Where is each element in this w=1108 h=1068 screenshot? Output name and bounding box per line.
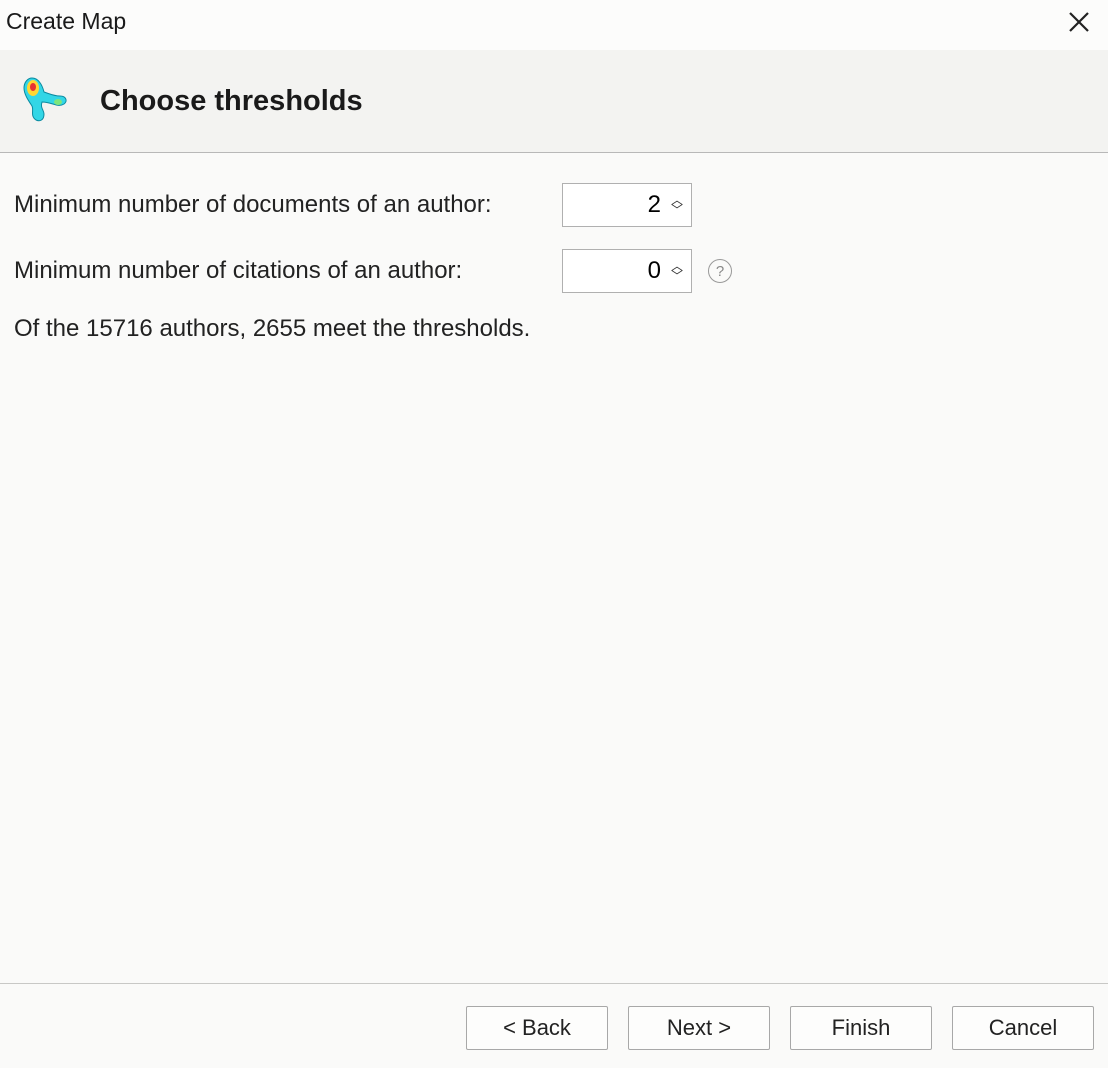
min-docs-arrows: ︿ ﹀ bbox=[667, 184, 687, 226]
wizard-step-title: Choose thresholds bbox=[100, 85, 363, 118]
next-button[interactable]: Next > bbox=[628, 1006, 770, 1050]
window-title: Create Map bbox=[6, 8, 126, 35]
wizard-footer: < Back Next > Finish Cancel bbox=[0, 983, 1108, 1068]
min-citations-row: Minimum number of citations of an author… bbox=[14, 249, 1094, 293]
cancel-button[interactable]: Cancel bbox=[952, 1006, 1094, 1050]
back-button[interactable]: < Back bbox=[466, 1006, 608, 1050]
chevron-down-icon[interactable]: ﹀ bbox=[667, 205, 687, 215]
min-citations-spinner[interactable]: ︿ ﹀ bbox=[562, 249, 692, 293]
question-icon: ? bbox=[716, 263, 724, 280]
chevron-down-icon[interactable]: ﹀ bbox=[667, 271, 687, 281]
help-icon[interactable]: ? bbox=[708, 259, 732, 283]
min-docs-label: Minimum number of documents of an author… bbox=[14, 191, 562, 219]
min-citations-label: Minimum number of citations of an author… bbox=[14, 257, 562, 285]
content-area: Minimum number of documents of an author… bbox=[0, 153, 1108, 983]
close-icon bbox=[1068, 8, 1090, 39]
finish-button[interactable]: Finish bbox=[790, 1006, 932, 1050]
min-docs-spinner[interactable]: ︿ ﹀ bbox=[562, 183, 692, 227]
min-docs-row: Minimum number of documents of an author… bbox=[14, 183, 1094, 227]
min-citations-arrows: ︿ ﹀ bbox=[667, 250, 687, 292]
close-button[interactable] bbox=[1062, 8, 1096, 40]
wizard-header: Choose thresholds bbox=[0, 50, 1108, 153]
titlebar: Create Map bbox=[0, 0, 1108, 50]
map-icon bbox=[14, 74, 72, 128]
threshold-summary: Of the 15716 authors, 2655 meet the thre… bbox=[14, 315, 1094, 343]
